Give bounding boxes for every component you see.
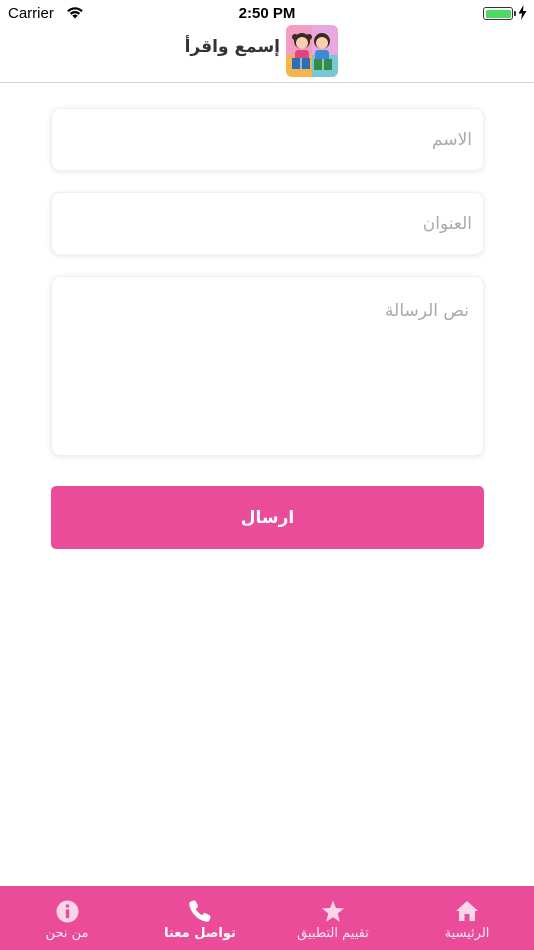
tab-contact-us-label: تواصل معنا — [164, 926, 236, 941]
star-icon — [320, 899, 346, 923]
name-input[interactable] — [52, 109, 483, 170]
tab-rate-app[interactable]: تقييم التطبيق — [273, 886, 393, 950]
tab-contact-us[interactable]: تواصل معنا — [140, 886, 260, 950]
tab-rate-app-label: تقييم التطبيق — [297, 926, 369, 941]
tab-about-us[interactable]: من نحن — [7, 886, 127, 950]
battery-icon — [483, 7, 516, 20]
tab-home[interactable]: الرئيسية — [407, 886, 527, 950]
subject-input[interactable] — [52, 193, 483, 254]
kids-reading-logo-icon — [286, 25, 338, 77]
navigation-bar: إسمع واقرأ — [0, 20, 534, 83]
charging-bolt-icon — [518, 5, 527, 20]
tab-about-us-label: من نحن — [45, 926, 89, 941]
send-button[interactable]: ارسال — [51, 486, 484, 549]
tab-home-label: الرئيسية — [444, 926, 490, 941]
phone-icon — [187, 899, 213, 923]
name-field — [51, 108, 484, 171]
app-title: إسمع واقرأ — [184, 37, 280, 57]
info-icon — [54, 899, 80, 923]
subject-field — [51, 192, 484, 255]
message-textarea[interactable] — [52, 277, 483, 455]
message-field — [51, 276, 484, 456]
tab-bar: الرئيسية تقييم التطبيق تواصل معنا من نحن — [0, 886, 534, 950]
home-icon — [454, 899, 480, 923]
